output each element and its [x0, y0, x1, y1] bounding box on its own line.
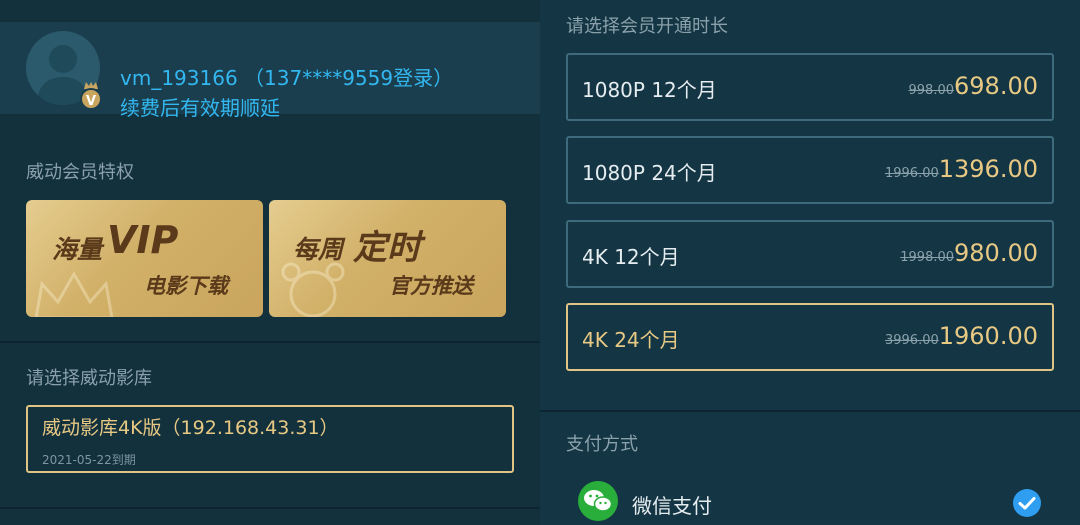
divider [0, 507, 540, 509]
original-price: 998.00 [908, 83, 955, 98]
plan-option-selected[interactable]: 4K 24个月 3996.00 1960.00 [566, 303, 1054, 371]
privilege-1-sub: 电影下载 [144, 274, 228, 298]
original-price: 1996.00 [884, 166, 939, 181]
divider [0, 341, 540, 343]
library-option[interactable]: 威动影库4K版（192.168.43.31） 2021-05-22到期 [26, 405, 514, 473]
plan-price: 1996.00 1396.00 [885, 155, 1038, 183]
privilege-1-main: VIP [107, 218, 179, 262]
right-panel: 请选择会员开通时长 1080P 12个月 998.00 698.00 1080P… [540, 0, 1080, 525]
payment-title: 支付方式 [566, 434, 638, 455]
privilege-2-sub: 官方推送 [389, 274, 473, 298]
user-card[interactable]: V vm_193166 （137****9559登录） 续费后有效期顺延 [0, 22, 540, 120]
payment-section: 支付方式 微信支付 [540, 410, 1080, 525]
divider [540, 410, 1080, 412]
sale-price: 1396.00 [938, 155, 1038, 183]
original-price: 3996.00 [884, 333, 939, 348]
sale-price: 980.00 [954, 239, 1038, 267]
sale-price: 698.00 [954, 72, 1038, 100]
library-expiry: 2021-05-22到期 [42, 453, 136, 467]
privilege-card-weekly-push[interactable]: 每周 定时 官方推送 [269, 200, 506, 317]
renewal-note: 续费后有效期顺延 [120, 96, 280, 120]
plan-price: 998.00 698.00 [909, 72, 1038, 100]
plan-label: 4K 24个月 [582, 328, 680, 352]
sale-price: 1960.00 [938, 322, 1038, 350]
plan-option[interactable]: 1080P 12个月 998.00 698.00 [566, 53, 1054, 121]
privileges-title: 威动会员特权 [26, 162, 134, 183]
plan-price: 1998.00 980.00 [900, 239, 1038, 267]
privilege-2-main: 定时 [353, 228, 421, 268]
plan-option[interactable]: 1080P 24个月 1996.00 1396.00 [566, 136, 1054, 204]
alarm-clock-watermark-icon [281, 262, 345, 317]
wechat-icon [578, 481, 618, 521]
plan-price: 3996.00 1960.00 [885, 322, 1038, 350]
library-title: 请选择威动影库 [26, 368, 152, 389]
privilege-1-prefix: 海量 [52, 235, 103, 264]
duration-title: 请选择会员开通时长 [566, 16, 728, 37]
checkmark-icon[interactable] [1013, 489, 1041, 517]
payment-label: 微信支付 [632, 494, 712, 518]
privilege-card-vip-download[interactable]: 海量 VIP 电影下载 [26, 200, 263, 317]
privilege-2-prefix: 每周 [293, 235, 344, 264]
crown-watermark-icon [34, 270, 114, 317]
original-price: 1998.00 [900, 250, 955, 265]
left-panel: V vm_193166 （137****9559登录） 续费后有效期顺延 威动会… [0, 0, 540, 525]
plan-label: 1080P 12个月 [582, 78, 717, 102]
library-name: 威动影库4K版（192.168.43.31） [42, 417, 339, 439]
plan-label: 1080P 24个月 [582, 161, 717, 185]
vip-badge: V [80, 88, 102, 110]
account-line: vm_193166 （137****9559登录） [120, 66, 454, 90]
plan-label: 4K 12个月 [582, 245, 680, 269]
plan-option[interactable]: 4K 12个月 1998.00 980.00 [566, 220, 1054, 288]
